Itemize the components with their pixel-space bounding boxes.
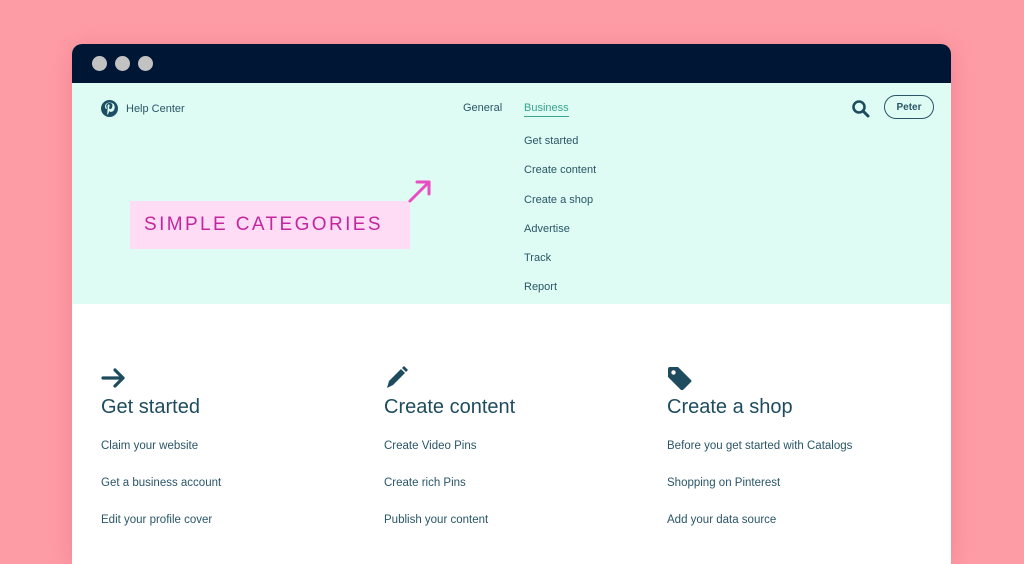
category-title: Create a shop [667, 396, 793, 418]
category-link[interactable]: Create Video Pins [384, 440, 515, 477]
annotation-callout: SIMPLE CATEGORIES [130, 201, 410, 249]
category-create-a-shop: Create a shop Before you get started wit… [667, 366, 852, 551]
category-link[interactable]: Publish your content [384, 514, 515, 551]
brand-link[interactable]: Help Center [101, 100, 185, 117]
menu-item-get-started[interactable]: Get started [524, 135, 596, 164]
nav-tab-business[interactable]: Business [524, 102, 569, 117]
category-link[interactable]: Before you get started with Catalogs [667, 440, 852, 477]
category-title: Create content [384, 396, 516, 418]
category-link[interactable]: Shopping on Pinterest [667, 477, 852, 514]
category-link[interactable]: Add your data source [667, 514, 852, 551]
title-bar [72, 44, 951, 83]
category-link[interactable]: Create rich Pins [384, 477, 515, 514]
user-profile-button[interactable]: Peter [884, 95, 934, 119]
tag-icon [667, 366, 693, 391]
menu-item-create-a-shop[interactable]: Create a shop [524, 194, 596, 223]
site-header: Help Center General Business Get started… [72, 83, 951, 304]
window-minimize-button[interactable] [115, 56, 130, 71]
menu-item-create-content[interactable]: Create content [524, 164, 596, 193]
brand-label: Help Center [126, 102, 185, 115]
category-title: Get started [101, 396, 200, 418]
window-maximize-button[interactable] [138, 56, 153, 71]
search-icon[interactable] [851, 99, 871, 119]
category-section: Get started Claim your website Get a bus… [72, 304, 951, 564]
menu-item-track[interactable]: Track [524, 252, 596, 281]
business-dropdown-menu: Get started Create content Create a shop… [524, 135, 596, 311]
category-link[interactable]: Claim your website [101, 440, 221, 477]
menu-item-advertise[interactable]: Advertise [524, 223, 596, 252]
category-create-content: Create content Create Video Pins Create … [384, 366, 515, 551]
category-link[interactable]: Edit your profile cover [101, 514, 221, 551]
arrow-up-right-icon [406, 177, 434, 205]
nav-tab-general[interactable]: General [463, 102, 502, 114]
arrow-right-icon [101, 366, 127, 390]
annotation-label: SIMPLE CATEGORIES [144, 214, 383, 235]
browser-window: Help Center General Business Get started… [72, 44, 951, 564]
pencil-icon [384, 366, 410, 390]
category-link[interactable]: Get a business account [101, 477, 221, 514]
category-get-started: Get started Claim your website Get a bus… [101, 366, 221, 551]
window-close-button[interactable] [92, 56, 107, 71]
pinterest-logo-icon [101, 100, 118, 117]
